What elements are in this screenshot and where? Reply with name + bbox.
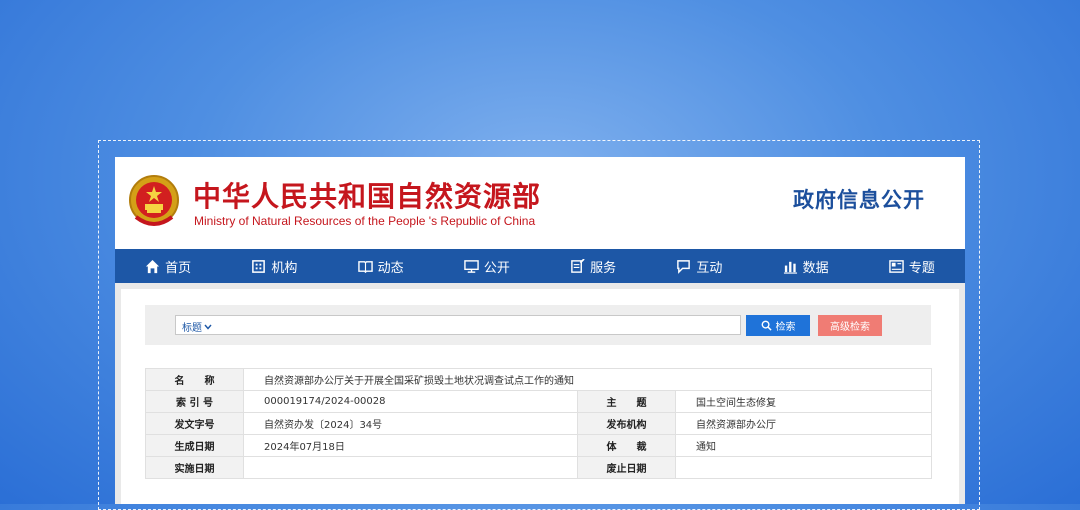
- site-title: 中华人民共和国自然资源部: [193, 180, 542, 213]
- doc-number-value: 自然资办发〔2024〕34号: [243, 412, 578, 435]
- search-icon: [761, 320, 772, 331]
- nav-item-label: 公开: [483, 260, 510, 276]
- subject-label: 主 题: [577, 390, 676, 413]
- site-header: 中华人民共和国自然资源部 Ministry of Natural Resourc…: [115, 157, 965, 249]
- bar-chart-icon: [783, 261, 797, 274]
- table-row: 实施日期 废止日期: [145, 456, 933, 479]
- nav-item-label: 服务: [590, 260, 617, 276]
- search-input[interactable]: [218, 317, 740, 335]
- effective-date-value: [243, 456, 578, 479]
- name-value: 自然资源部办公厅关于开展全国采矿损毁土地状况调查试点工作的通知: [242, 368, 933, 391]
- search-button[interactable]: 检索: [746, 315, 810, 336]
- section-title[interactable]: 政府信息公开: [793, 184, 925, 214]
- monitor-icon: [464, 259, 479, 273]
- search-scope-label: 标题: [182, 323, 202, 334]
- nav-item-topics[interactable]: 专题: [859, 257, 965, 276]
- book-icon: [357, 260, 373, 273]
- document-metadata-table: 名 称 自然资源部办公厅关于开展全国采矿损毁土地状况调查试点工作的通知 索 引 …: [145, 368, 933, 479]
- expiry-date-value: [674, 456, 933, 479]
- expiry-date-label: 废止日期: [577, 456, 676, 479]
- nav-item-news[interactable]: 动态: [328, 257, 434, 276]
- nav-item-label: 机构: [271, 260, 298, 276]
- issuer-label: 发布机构: [577, 412, 676, 435]
- genre-label: 体 裁: [577, 434, 676, 457]
- created-date-value: 2024年07月18日: [243, 434, 578, 457]
- nav-item-label: 互动: [696, 260, 723, 276]
- nav-item-label: 专题: [908, 260, 935, 276]
- site-subtitle: Ministry of Natural Resources of the Peo…: [194, 214, 536, 228]
- index-label: 索 引 号: [145, 390, 244, 413]
- document-edit-icon: [571, 258, 585, 273]
- building-icon: [252, 259, 266, 273]
- page-container: 中华人民共和国自然资源部 Ministry of Natural Resourc…: [115, 157, 965, 504]
- chat-icon: [677, 259, 691, 274]
- search-scope-select[interactable]: 标题: [182, 319, 212, 334]
- national-emblem-icon: [129, 175, 179, 226]
- doc-number-label: 发文字号: [145, 412, 244, 435]
- search-bar: 标题 检索 高级检索: [145, 305, 931, 345]
- nav-item-interaction[interactable]: 互动: [646, 257, 752, 276]
- content-panel: 标题 检索 高级检索 名 称 自然资源部办公厅关于开展全国采矿损毁土地状况调查试…: [121, 289, 959, 504]
- advanced-search-label: 高级检索: [830, 322, 870, 333]
- newspaper-icon: [889, 259, 904, 273]
- search-button-label: 检索: [775, 322, 796, 333]
- content-area: 标题 检索 高级检索 名 称 自然资源部办公厅关于开展全国采矿损毁土地状况调查试…: [115, 283, 965, 504]
- subject-value: 国土空间生态修复: [674, 390, 933, 413]
- nav-item-label: 首页: [165, 260, 192, 276]
- index-value: 000019174/2024-00028: [243, 390, 578, 413]
- genre-value: 通知: [674, 434, 933, 457]
- nav-item-disclosure[interactable]: 公开: [434, 257, 540, 276]
- main-nav: 首页 机构 动态 公开 服务 互动 数据 专题: [115, 249, 965, 283]
- chevron-down-icon: [204, 324, 212, 330]
- advanced-search-button[interactable]: 高级检索: [818, 315, 882, 336]
- search-box: 标题: [175, 315, 741, 335]
- nav-item-services[interactable]: 服务: [540, 257, 646, 276]
- effective-date-label: 实施日期: [145, 456, 244, 479]
- table-row: 生成日期 2024年07月18日 体 裁 通知: [145, 434, 933, 457]
- table-row: 索 引 号 000019174/2024-00028 主 题 国土空间生态修复: [145, 390, 933, 413]
- name-label: 名 称: [145, 368, 244, 391]
- nav-item-organization[interactable]: 机构: [221, 257, 327, 276]
- nav-item-data[interactable]: 数据: [753, 257, 859, 276]
- table-row: 发文字号 自然资办发〔2024〕34号 发布机构 自然资源部办公厅: [145, 412, 933, 435]
- issuer-value: 自然资源部办公厅: [674, 412, 933, 435]
- home-icon: [146, 259, 160, 273]
- nav-item-label: 动态: [377, 260, 404, 276]
- nav-item-label: 数据: [802, 260, 829, 276]
- table-row: 名 称 自然资源部办公厅关于开展全国采矿损毁土地状况调查试点工作的通知: [145, 368, 933, 391]
- created-date-label: 生成日期: [145, 434, 244, 457]
- nav-item-home[interactable]: 首页: [115, 257, 221, 276]
